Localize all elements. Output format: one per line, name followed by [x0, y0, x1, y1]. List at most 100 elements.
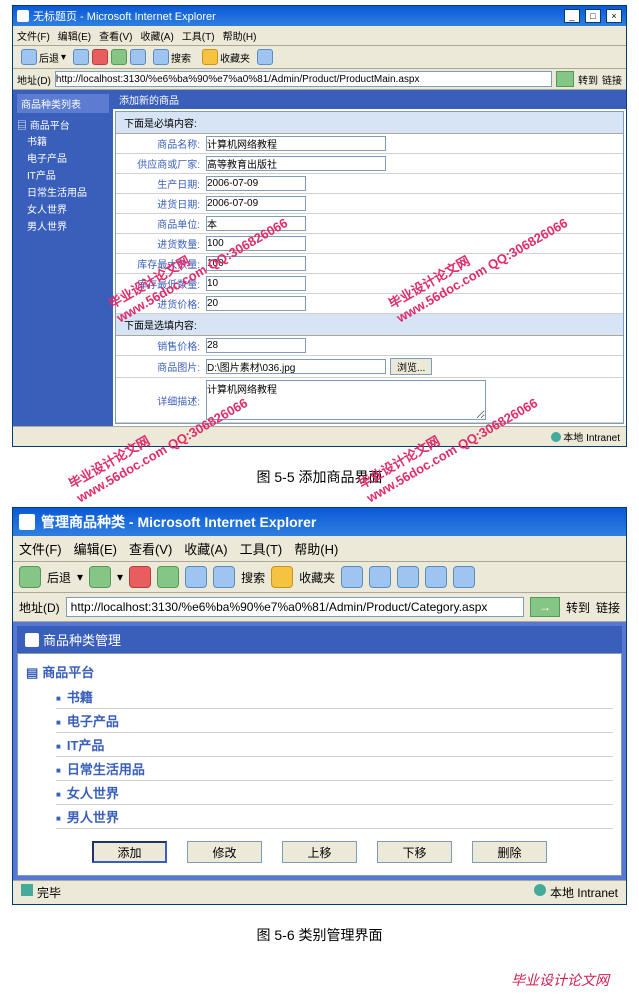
- input-supplier[interactable]: [206, 156, 386, 171]
- figure-caption-1: 图 5-5 添加商品界面: [0, 452, 639, 502]
- delete-button[interactable]: 删除: [472, 841, 547, 863]
- minimize-button[interactable]: _: [564, 9, 580, 23]
- sidebar-item[interactable]: 书籍: [27, 132, 109, 149]
- forward-icon[interactable]: [89, 566, 111, 588]
- input-unit[interactable]: [206, 216, 306, 231]
- go-button[interactable]: →: [530, 597, 560, 617]
- back-button[interactable]: 后退 ▾: [17, 48, 70, 66]
- section-required: 下面是必填内容:: [116, 112, 623, 134]
- input-in-date[interactable]: [206, 196, 306, 211]
- sidebar-item[interactable]: IT产品: [27, 166, 109, 183]
- discuss-icon[interactable]: [453, 566, 475, 588]
- stop-icon[interactable]: [129, 566, 151, 588]
- textarea-desc[interactable]: 计算机网络教程: [206, 380, 486, 420]
- tree-root[interactable]: ▤ 商品平台: [17, 117, 109, 132]
- input-name[interactable]: [206, 136, 386, 151]
- category-item[interactable]: IT产品: [56, 733, 613, 757]
- sidebar-item[interactable]: 男人世界: [27, 217, 109, 234]
- menu-view[interactable]: 查看(V): [129, 539, 172, 558]
- go-button[interactable]: [556, 71, 574, 87]
- category-item[interactable]: 女人世界: [56, 781, 613, 805]
- refresh-icon[interactable]: [157, 566, 179, 588]
- input-qty[interactable]: [206, 236, 306, 251]
- search-button[interactable]: 搜索: [149, 48, 195, 66]
- statusbar: 本地 Intranet: [13, 426, 626, 446]
- search-icon[interactable]: [213, 566, 235, 588]
- go-label[interactable]: 转到: [566, 599, 590, 616]
- input-stock-min[interactable]: [206, 276, 306, 291]
- input-mfg-date[interactable]: [206, 176, 306, 191]
- address-input[interactable]: [55, 71, 552, 87]
- sidebar-item[interactable]: 女人世界: [27, 200, 109, 217]
- search-icon: [153, 49, 169, 65]
- category-item[interactable]: 书籍: [56, 685, 613, 709]
- menu-edit[interactable]: 编辑(E): [74, 539, 117, 558]
- label-in-date: 进货日期:: [116, 196, 206, 211]
- zone-icon: [534, 884, 546, 896]
- category-item[interactable]: 日常生活用品: [56, 757, 613, 781]
- refresh-icon[interactable]: [111, 49, 127, 65]
- links-label[interactable]: 链接: [596, 599, 620, 616]
- mail-icon[interactable]: [369, 566, 391, 588]
- menu-tools[interactable]: 工具(T): [240, 539, 283, 558]
- add-button[interactable]: 添加: [92, 841, 167, 863]
- category-item[interactable]: 男人世界: [56, 805, 613, 829]
- zone-label: 本地 Intranet: [563, 429, 620, 444]
- menu-view[interactable]: 查看(V): [99, 28, 132, 43]
- figure-caption-2: 图 5-6 类别管理界面: [0, 910, 639, 960]
- menu-file[interactable]: 文件(F): [19, 539, 62, 558]
- label-stock-min: 库存最低数量:: [116, 276, 206, 291]
- sidebar-title: 商品种类列表: [17, 94, 109, 113]
- menu-fav[interactable]: 收藏(A): [140, 28, 173, 43]
- forward-icon[interactable]: [73, 49, 89, 65]
- search-label[interactable]: 搜索: [241, 569, 265, 586]
- history-icon[interactable]: [341, 566, 363, 588]
- links-label[interactable]: 链接: [602, 72, 622, 87]
- ie-icon: [17, 10, 29, 22]
- status-done: 完毕: [37, 884, 61, 901]
- close-button[interactable]: ×: [606, 9, 622, 23]
- input-in-price[interactable]: [206, 296, 306, 311]
- menubar: 文件(F) 编辑(E) 查看(V) 收藏(A) 工具(T) 帮助(H): [13, 536, 626, 562]
- back-icon[interactable]: [19, 566, 41, 588]
- zone-label: 本地 Intranet: [550, 884, 618, 901]
- titlebar: 无标题页 - Microsoft Internet Explorer _ □ ×: [13, 6, 626, 26]
- address-input[interactable]: [66, 597, 524, 617]
- category-item[interactable]: 电子产品: [56, 709, 613, 733]
- home-icon[interactable]: [185, 566, 207, 588]
- go-label[interactable]: 转到: [578, 72, 598, 87]
- product-form: 添加新的商品 下面是必填内容: 商品名称: 供应商或厂家: 生产日期: 进货日期…: [113, 90, 626, 426]
- label-supplier: 供应商或厂家:: [116, 156, 206, 171]
- favorites-button[interactable]: 收藏夹: [198, 48, 254, 66]
- maximize-button[interactable]: □: [585, 9, 601, 23]
- menu-edit[interactable]: 编辑(E): [58, 28, 91, 43]
- browse-button[interactable]: 浏览...: [390, 358, 432, 375]
- menu-file[interactable]: 文件(F): [17, 28, 50, 43]
- edit-button[interactable]: 修改: [187, 841, 262, 863]
- back-label[interactable]: 后退: [47, 569, 71, 586]
- input-pic[interactable]: [206, 359, 386, 374]
- ie-icon: [19, 514, 35, 530]
- history-icon[interactable]: [257, 49, 273, 65]
- edit-icon[interactable]: [425, 566, 447, 588]
- category-panel: 商品平台 书籍 电子产品 IT产品 日常生活用品 女人世界 男人世界 添加 修改…: [17, 653, 622, 876]
- sidebar-item[interactable]: 电子产品: [27, 149, 109, 166]
- window-title: 管理商品种类 - Microsoft Internet Explorer: [41, 512, 316, 532]
- menu-help[interactable]: 帮助(H): [294, 539, 338, 558]
- menu-help[interactable]: 帮助(H): [223, 28, 257, 43]
- input-stock-max[interactable]: [206, 256, 306, 271]
- home-icon[interactable]: [130, 49, 146, 65]
- tree-root[interactable]: 商品平台: [26, 662, 613, 681]
- star-icon[interactable]: [271, 566, 293, 588]
- print-icon[interactable]: [397, 566, 419, 588]
- input-sell-price[interactable]: [206, 338, 306, 353]
- label-in-price: 进货价格:: [116, 296, 206, 311]
- fav-label[interactable]: 收藏夹: [299, 569, 335, 586]
- menu-tools[interactable]: 工具(T): [182, 28, 215, 43]
- category-mgmt-window: 管理商品种类 - Microsoft Internet Explorer 文件(…: [12, 507, 627, 905]
- sidebar-item[interactable]: 日常生活用品: [27, 183, 109, 200]
- moveup-button[interactable]: 上移: [282, 841, 357, 863]
- stop-icon[interactable]: [92, 49, 108, 65]
- movedown-button[interactable]: 下移: [377, 841, 452, 863]
- menu-fav[interactable]: 收藏(A): [184, 539, 227, 558]
